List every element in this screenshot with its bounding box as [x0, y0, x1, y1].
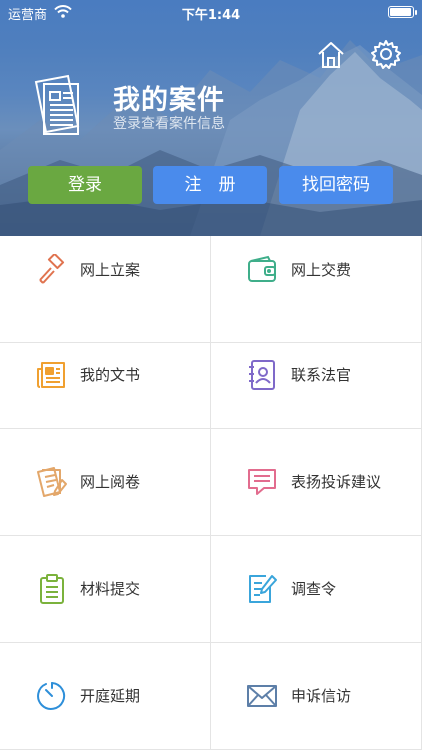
page-subtitle: 登录查看案件信息	[113, 116, 225, 132]
envelope-icon	[247, 685, 277, 707]
screen: 运营商 下午1:44 我的案件 登录查看案件信息 登录 注 册 找回密码 网上立…	[0, 0, 422, 750]
document-edit-icon	[37, 467, 67, 497]
menu-item-label: 网上阅卷	[80, 473, 141, 491]
menu-item-investigation-order[interactable]: 调查令	[211, 536, 422, 643]
clipboard-icon	[40, 574, 64, 604]
menu-item-label: 表扬投诉建议	[291, 473, 382, 491]
menu-item-petition-complaint[interactable]: 申诉信访	[211, 643, 422, 750]
menu-item-material-submission[interactable]: 材料提交	[0, 536, 211, 643]
menu-item-my-documents[interactable]: 我的文书	[0, 322, 211, 429]
menu-item-label: 申诉信访	[291, 687, 352, 705]
status-time: 下午1:44	[181, 8, 241, 23]
recover-password-button[interactable]: 找回密码	[279, 166, 393, 204]
gavel-icon	[39, 254, 65, 284]
register-button[interactable]: 注 册	[153, 166, 267, 204]
menu-item-label: 网上立案	[80, 261, 141, 279]
menu-item-label: 开庭延期	[80, 687, 141, 705]
status-bar: 运营商 下午1:44	[0, 0, 422, 24]
menu-item-label: 调查令	[291, 580, 337, 598]
battery-icon	[388, 6, 417, 18]
menu-item-hearing-postponement[interactable]: 开庭延期	[0, 643, 211, 750]
menu-item-label: 材料提交	[80, 580, 141, 598]
message-icon	[248, 469, 276, 495]
settings-gear-icon[interactable]	[370, 38, 402, 70]
header-banner: 运营商 下午1:44 我的案件 登录查看案件信息 登录 注 册 找回密码	[0, 0, 422, 236]
timer-icon	[37, 682, 66, 710]
menu-item-contact-judge[interactable]: 联系法官	[211, 322, 422, 429]
case-document-icon	[34, 74, 80, 135]
menu-item-label: 我的文书	[80, 366, 141, 384]
wallet-icon	[248, 255, 276, 282]
menu-item-label: 联系法官	[291, 366, 352, 384]
login-button[interactable]: 登录	[28, 166, 142, 204]
home-icon[interactable]	[316, 40, 346, 70]
menu-item-feedback[interactable]: 表扬投诉建议	[211, 429, 422, 536]
menu-item-label: 网上交费	[291, 261, 352, 279]
page-title: 我的案件	[113, 85, 225, 116]
newspaper-icon	[37, 362, 65, 388]
contact-book-icon	[249, 360, 275, 390]
service-menu-grid: 网上立案 网上交费 我的文书 联系法官 网上阅卷 表扬投诉建议 材料提交 调查令…	[0, 236, 422, 750]
form-edit-icon	[249, 575, 277, 603]
menu-item-online-file-review[interactable]: 网上阅卷	[0, 429, 211, 536]
